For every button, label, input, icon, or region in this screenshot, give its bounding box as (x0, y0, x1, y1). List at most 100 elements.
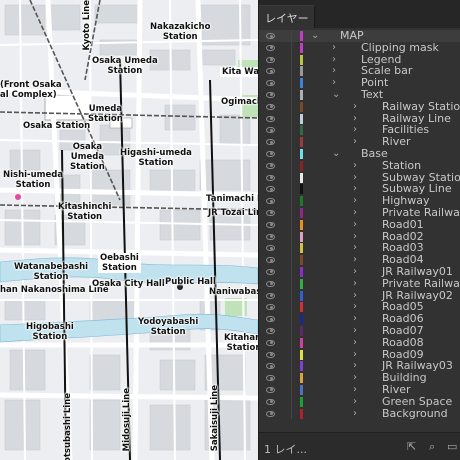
lock-column[interactable] (291, 277, 292, 290)
visibility-eye-icon[interactable] (266, 304, 275, 311)
lock-column[interactable] (291, 100, 292, 113)
layer-name[interactable]: Background (382, 407, 448, 420)
layer-row[interactable]: › Green Space (259, 395, 460, 408)
lock-column[interactable] (291, 88, 292, 101)
visibility-eye-icon[interactable] (266, 257, 275, 264)
visibility-eye-icon[interactable] (266, 339, 275, 346)
search-icon[interactable]: ⌕ (429, 440, 435, 454)
layer-name[interactable]: Railway Station (382, 100, 460, 113)
layer-row[interactable]: › Building (259, 372, 460, 384)
lock-column[interactable] (291, 407, 292, 420)
layer-name[interactable]: Road01 (382, 218, 424, 231)
visibility-eye-icon[interactable] (266, 375, 275, 382)
visibility-eye-icon[interactable] (266, 363, 275, 370)
visibility-eye-icon[interactable] (266, 268, 275, 275)
visibility-eye-icon[interactable] (266, 127, 275, 134)
visibility-eye-icon[interactable] (266, 174, 275, 181)
visibility-eye-icon[interactable] (266, 150, 275, 157)
visibility-eye-icon[interactable] (266, 91, 275, 98)
lock-column[interactable] (291, 183, 292, 196)
visibility-eye-icon[interactable] (266, 292, 275, 299)
layer-row[interactable]: › JR Railway02 (259, 289, 460, 302)
layer-name[interactable]: Road08 (382, 336, 424, 349)
lock-column[interactable] (291, 324, 292, 337)
chevron-right-icon[interactable]: › (353, 183, 357, 195)
layer-name[interactable]: Private Railway (382, 277, 460, 290)
layer-row[interactable]: ⌄ Base (259, 147, 460, 160)
layer-row[interactable]: › Clipping mask (259, 41, 460, 54)
chevron-right-icon[interactable]: › (353, 266, 357, 278)
visibility-eye-icon[interactable] (266, 33, 275, 39)
visibility-eye-icon[interactable] (266, 186, 275, 193)
lock-column[interactable] (291, 112, 292, 125)
chevron-down-icon[interactable]: ⌄ (332, 148, 340, 160)
visibility-eye-icon[interactable] (266, 68, 275, 75)
visibility-eye-icon[interactable] (266, 198, 275, 205)
chevron-right-icon[interactable]: › (353, 231, 357, 243)
lock-column[interactable] (291, 41, 292, 54)
layer-name[interactable]: Text (361, 88, 383, 101)
visibility-eye-icon[interactable] (266, 80, 275, 87)
visibility-eye-icon[interactable] (266, 209, 275, 216)
chevron-down-icon[interactable]: ⌄ (332, 89, 340, 101)
visibility-eye-icon[interactable] (266, 103, 275, 110)
lock-column[interactable] (291, 348, 292, 361)
export-icon[interactable]: ⇱ (407, 440, 416, 453)
chevron-right-icon[interactable]: › (353, 219, 357, 231)
lock-column[interactable] (291, 147, 292, 160)
chevron-right-icon[interactable]: › (353, 372, 357, 384)
chevron-right-icon[interactable]: › (353, 384, 357, 396)
layer-list[interactable]: ⌄ MAP › Clipping mask › Legend › Scale bar › Poin… (259, 30, 460, 432)
visibility-eye-icon[interactable] (266, 115, 275, 122)
layer-name[interactable]: Clipping mask (361, 41, 439, 54)
visibility-eye-icon[interactable] (266, 221, 275, 228)
chevron-right-icon[interactable]: › (353, 160, 357, 172)
visibility-eye-icon[interactable] (266, 386, 275, 393)
lock-column[interactable] (291, 159, 292, 172)
chevron-right-icon[interactable]: › (353, 325, 357, 337)
chevron-right-icon[interactable]: › (353, 290, 357, 302)
chevron-right-icon[interactable]: › (353, 207, 357, 219)
lock-column[interactable] (291, 230, 292, 243)
layer-row[interactable]: › Private Railway (259, 206, 460, 219)
layer-name[interactable]: Station (382, 159, 421, 172)
layer-row[interactable]: › Legend (259, 53, 460, 66)
map-canvas[interactable]: Kyoto Line Nakazakicho Station Osaka Ume… (0, 0, 258, 460)
lock-column[interactable] (291, 65, 292, 78)
lock-column[interactable] (291, 136, 292, 148)
chevron-right-icon[interactable]: › (353, 360, 357, 372)
chevron-right-icon[interactable]: › (353, 195, 357, 207)
lock-column[interactable] (291, 360, 292, 373)
lock-column[interactable] (291, 254, 292, 266)
lock-column[interactable] (291, 313, 292, 325)
chevron-right-icon[interactable]: › (353, 313, 357, 325)
tab-layers[interactable]: レイヤー (259, 5, 315, 28)
layer-row[interactable]: › Station (259, 159, 460, 172)
lock-column[interactable] (291, 372, 292, 384)
lock-column[interactable] (291, 124, 292, 137)
chevron-right-icon[interactable]: › (353, 242, 357, 254)
lock-column[interactable] (291, 77, 292, 89)
layer-row[interactable]: › Road07 (259, 324, 460, 337)
chevron-right-icon[interactable]: › (353, 124, 357, 136)
lock-column[interactable] (291, 383, 292, 396)
lock-column[interactable] (291, 265, 292, 278)
visibility-eye-icon[interactable] (266, 162, 275, 169)
layer-row[interactable]: › Railway Station (259, 100, 460, 113)
chevron-right-icon[interactable]: › (353, 408, 357, 420)
lock-column[interactable] (291, 336, 292, 349)
layer-row[interactable]: › River (259, 383, 460, 396)
visibility-eye-icon[interactable] (266, 327, 275, 334)
lock-column[interactable] (291, 289, 292, 302)
chevron-right-icon[interactable]: › (332, 77, 336, 89)
layer-row[interactable]: › Private Railway (259, 277, 460, 290)
visibility-eye-icon[interactable] (266, 139, 275, 146)
lock-column[interactable] (291, 395, 292, 408)
chevron-right-icon[interactable]: › (353, 254, 357, 266)
layer-row[interactable]: › River (259, 136, 460, 148)
layer-row[interactable]: › JR Railway03 (259, 360, 460, 373)
lock-column[interactable] (291, 30, 292, 42)
visibility-eye-icon[interactable] (266, 398, 275, 405)
new-layer-icon[interactable]: ▭ (447, 440, 457, 453)
visibility-eye-icon[interactable] (266, 316, 275, 323)
